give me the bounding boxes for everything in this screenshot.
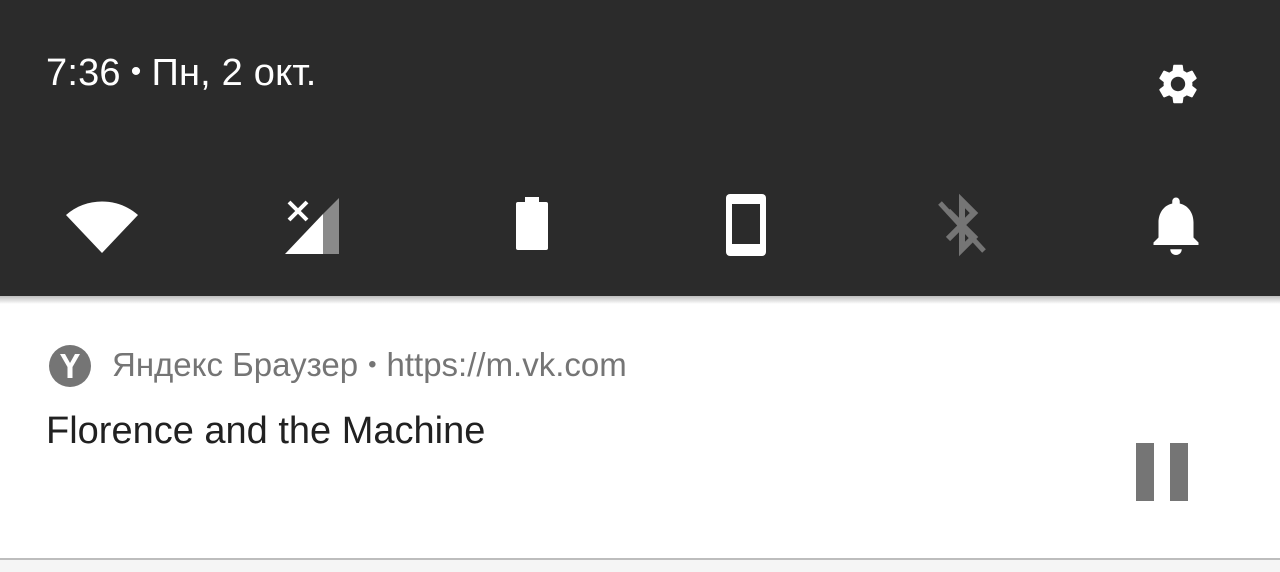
notification-title: Florence and the Machine	[46, 410, 486, 452]
wifi-tile[interactable]	[54, 180, 150, 270]
pause-button[interactable]	[1120, 430, 1204, 514]
app-icon-container	[48, 344, 92, 388]
status-date: Пн, 2 окт.	[151, 52, 317, 94]
shade-shadow	[0, 296, 1280, 304]
battery-icon	[516, 197, 548, 250]
app-name: Яндекс Браузер	[112, 346, 359, 383]
mobile-signal-tile[interactable]	[268, 180, 364, 270]
gear-icon	[1159, 64, 1197, 104]
header-separator: •	[368, 351, 377, 378]
bluetooth-tile[interactable]	[914, 180, 1010, 270]
yandex-browser-icon	[49, 345, 91, 387]
rotation-tile[interactable]	[698, 180, 794, 270]
background-below	[0, 560, 1280, 572]
battery-tile[interactable]	[484, 180, 580, 270]
settings-button[interactable]	[1150, 56, 1206, 112]
notification-header: Яндекс Браузер • https://m.vk.com	[112, 346, 627, 384]
sound-tile[interactable]	[1128, 180, 1224, 270]
wifi-icon	[66, 201, 138, 253]
auto-rotate-icon	[726, 194, 766, 256]
source-url: https://m.vk.com	[386, 346, 627, 383]
bluetooth-icon	[938, 193, 986, 257]
pause-icon	[1136, 443, 1188, 501]
quick-settings-shade: 7:36 • Пн, 2 окт.	[0, 0, 1280, 296]
mobile-signal-icon	[285, 198, 339, 254]
bell-icon	[1153, 197, 1199, 255]
status-separator: •	[130, 55, 142, 88]
status-datetime: 7:36 • Пн, 2 окт.	[46, 52, 317, 95]
status-time: 7:36	[46, 52, 121, 94]
